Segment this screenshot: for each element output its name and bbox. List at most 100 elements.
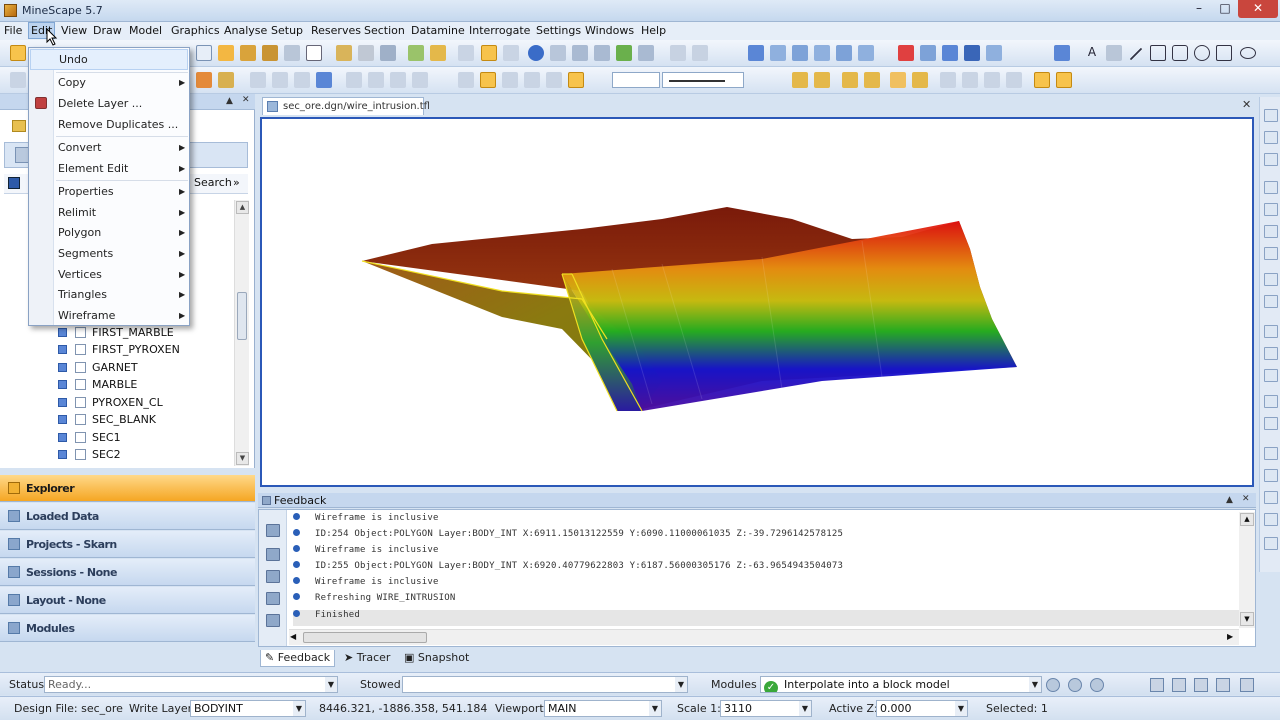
menu-view[interactable]: View	[61, 24, 87, 37]
pattern-icon[interactable]	[920, 45, 936, 61]
close-icon[interactable]: ✕	[1238, 0, 1278, 18]
menu-setup[interactable]: Setup	[271, 24, 303, 37]
menu-item-remove-duplicates[interactable]: Remove Duplicates ...	[58, 118, 178, 131]
print-view-icon[interactable]	[1264, 537, 1278, 550]
menu-item-triangles[interactable]: Triangles	[58, 288, 107, 301]
dropdown-arrow-icon[interactable]: ▼	[649, 701, 661, 716]
linestyle-combo[interactable]	[662, 72, 744, 88]
tree-item[interactable]: GARNET	[58, 361, 138, 377]
trim-icon[interactable]	[218, 72, 234, 88]
layer-checkbox[interactable]	[75, 344, 86, 355]
tab-tracer[interactable]: ➤ Tracer	[340, 650, 394, 667]
group-icon[interactable]	[792, 72, 808, 88]
dropdown-arrow-icon[interactable]: ▼	[293, 701, 305, 716]
tree-item[interactable]: MARBLE	[58, 378, 137, 394]
color-combo[interactable]	[612, 72, 660, 88]
lasso-icon[interactable]	[940, 72, 956, 88]
menu-item-element-edit[interactable]: Element Edit	[58, 162, 128, 175]
close-document-icon[interactable]: ✕	[1242, 98, 1251, 111]
slice-icon[interactable]	[1264, 295, 1278, 308]
pencil-icon[interactable]	[218, 45, 234, 61]
folder-icon[interactable]	[12, 120, 26, 132]
join-tool-icon[interactable]	[358, 45, 374, 61]
rectangle-tool-icon[interactable]	[1150, 45, 1166, 61]
layout-1-icon[interactable]	[1150, 678, 1164, 692]
menu-file[interactable]: File	[4, 24, 22, 37]
record-icon[interactable]	[1264, 469, 1278, 482]
menu-datamine[interactable]: Datamine	[411, 24, 465, 37]
break-icon[interactable]	[294, 72, 310, 88]
scroll-down-icon[interactable]: ▼	[236, 452, 249, 465]
layer-tool-icon[interactable]	[408, 45, 424, 61]
snap-icon[interactable]	[480, 72, 496, 88]
maximize-icon[interactable]: □	[1212, 0, 1238, 18]
stop-icon[interactable]	[1068, 678, 1082, 692]
layer-checkbox[interactable]	[75, 449, 86, 460]
intersect-icon[interactable]	[524, 72, 540, 88]
unlock-icon[interactable]	[864, 72, 880, 88]
rotate-icon[interactable]	[1264, 181, 1278, 194]
zoom-window-icon[interactable]	[572, 45, 588, 61]
graphics-viewport[interactable]	[260, 117, 1254, 487]
view-tool-icon[interactable]	[196, 45, 212, 61]
layer-checkbox[interactable]	[75, 362, 86, 373]
more-icon[interactable]: »	[233, 176, 240, 189]
globe-icon[interactable]	[528, 45, 544, 61]
tab-snapshot[interactable]: ▣ Snapshot	[400, 650, 473, 667]
nav-modules[interactable]: Modules	[0, 615, 255, 642]
polyline-edit-icon[interactable]	[196, 72, 212, 88]
tree-item[interactable]: SEC1	[58, 431, 121, 447]
dropdown-arrow-icon[interactable]: ▼	[325, 677, 337, 692]
document-tab[interactable]: sec_ore.dgn/wire_intrusion.tfl	[262, 97, 430, 115]
exaggeration-icon[interactable]	[1264, 417, 1278, 430]
menu-analyse[interactable]: Analyse	[224, 24, 267, 37]
orbit-icon[interactable]	[1264, 203, 1278, 216]
view-side-icon[interactable]	[1264, 153, 1278, 166]
dropdown-arrow-icon[interactable]: ▼	[675, 677, 687, 692]
close-panel-icon[interactable]: ✕	[1242, 494, 1250, 504]
deselect-icon[interactable]	[1006, 72, 1022, 88]
edit-tool-icon[interactable]	[240, 45, 256, 61]
layer-checkbox[interactable]	[75, 414, 86, 425]
layers-icon[interactable]	[748, 45, 764, 61]
scroll-thumb[interactable]	[303, 632, 427, 643]
menu-item-undo[interactable]: Undo	[30, 49, 188, 70]
render-icon[interactable]	[1264, 325, 1278, 338]
snapshot-tool-icon[interactable]	[1264, 513, 1278, 526]
redo-icon[interactable]	[503, 45, 519, 61]
menu-graphics[interactable]: Graphics	[171, 24, 220, 37]
menu-item-wireframe[interactable]: Wireframe	[58, 309, 115, 322]
menu-item-convert[interactable]: Convert	[58, 141, 102, 154]
write-layer-select[interactable]: BODYINT ▼	[190, 700, 306, 717]
reverse-icon[interactable]	[346, 72, 362, 88]
zoom-out-icon[interactable]	[692, 45, 708, 61]
playback-icon[interactable]	[1264, 491, 1278, 504]
move-tool-icon[interactable]	[284, 45, 300, 61]
layer-checkbox[interactable]	[75, 327, 86, 338]
light-icon[interactable]	[890, 72, 906, 88]
line-tool-icon[interactable]	[1129, 47, 1143, 61]
hatch-icon[interactable]	[942, 45, 958, 61]
layer-checkbox[interactable]	[75, 397, 86, 408]
lock-icon[interactable]	[842, 72, 858, 88]
split-tool-icon[interactable]	[380, 45, 396, 61]
scroll-left-icon[interactable]: ◀	[290, 632, 296, 641]
grid-icon[interactable]	[986, 45, 1002, 61]
menu-interrogate[interactable]: Interrogate	[469, 24, 530, 37]
zoom-in-icon[interactable]	[670, 45, 686, 61]
view-top-icon[interactable]	[1264, 109, 1278, 122]
query-icon[interactable]	[814, 45, 830, 61]
scroll-down-icon[interactable]: ▼	[1240, 612, 1254, 626]
forward-icon[interactable]	[1090, 678, 1104, 692]
offset-icon[interactable]	[272, 72, 288, 88]
vertex-icon[interactable]	[458, 72, 474, 88]
report-icon[interactable]	[836, 45, 852, 61]
node-tool-icon[interactable]	[262, 45, 278, 61]
menu-item-vertices[interactable]: Vertices	[58, 268, 102, 281]
menu-section[interactable]: Section	[364, 24, 405, 37]
pan-tool-icon[interactable]	[481, 45, 497, 61]
bulb-icon[interactable]	[912, 72, 928, 88]
scroll-up-icon[interactable]: ▲	[236, 201, 249, 214]
layer-checkbox[interactable]	[75, 432, 86, 443]
extend-icon[interactable]	[250, 72, 266, 88]
